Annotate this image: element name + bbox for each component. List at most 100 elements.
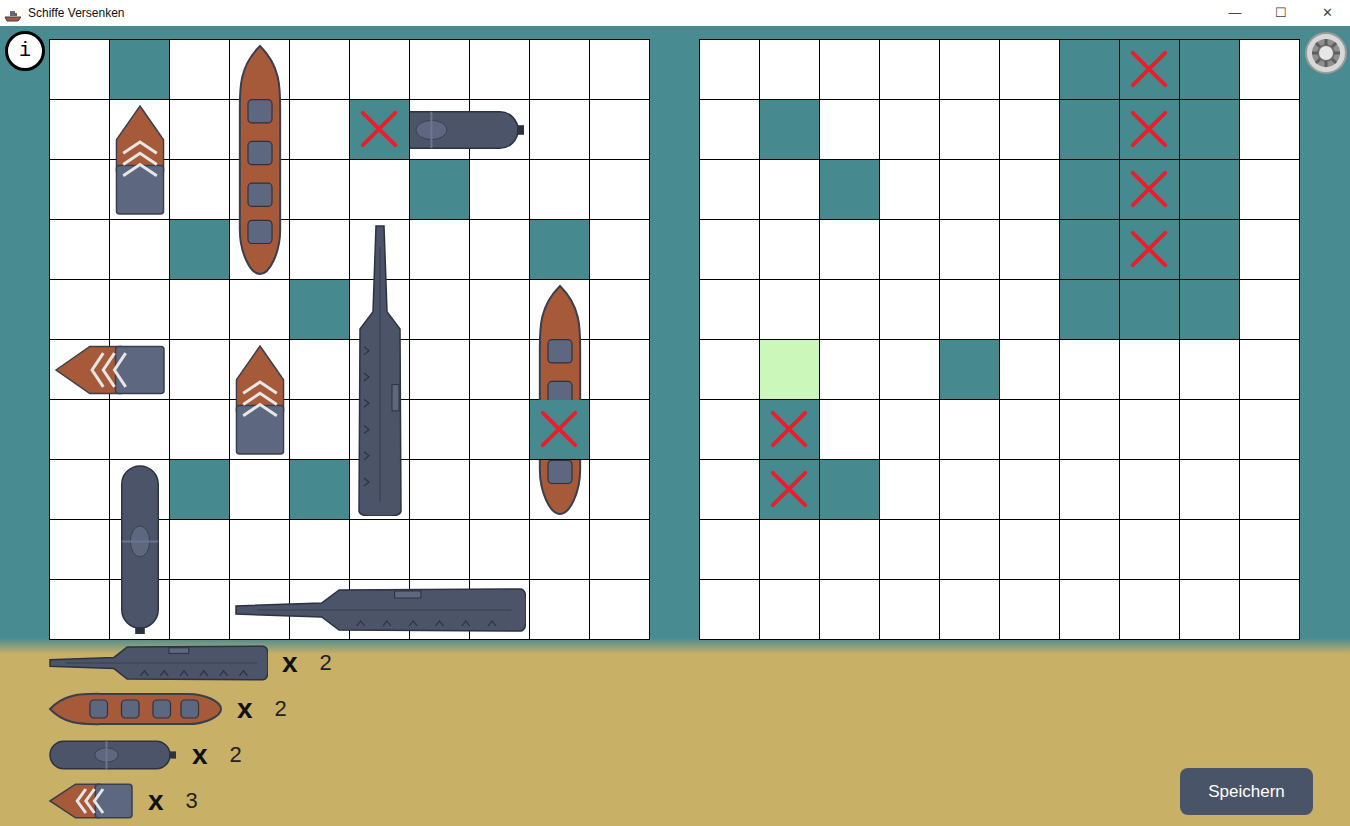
board-cell[interactable] [880, 280, 940, 340]
board-cell[interactable] [880, 40, 940, 100]
board-cell[interactable] [1240, 340, 1300, 400]
board-cell[interactable] [1120, 40, 1180, 100]
board-cell[interactable] [1180, 40, 1240, 100]
board-cell[interactable] [1180, 160, 1240, 220]
board-cell[interactable] [760, 580, 820, 640]
board-cell[interactable] [1060, 280, 1120, 340]
board-cell[interactable] [880, 520, 940, 580]
board-cell[interactable] [940, 40, 1000, 100]
board-cell[interactable] [880, 460, 940, 520]
board-cell[interactable] [940, 400, 1000, 460]
board-cell[interactable] [1240, 280, 1300, 340]
board-cell[interactable] [700, 340, 760, 400]
board-cell[interactable] [700, 160, 760, 220]
board-cell[interactable] [700, 220, 760, 280]
board-cell[interactable] [1180, 580, 1240, 640]
info-button[interactable]: i [5, 31, 45, 71]
board-cell[interactable] [1060, 340, 1120, 400]
board-cell[interactable] [760, 520, 820, 580]
board-cell[interactable] [760, 280, 820, 340]
board-cell[interactable] [820, 400, 880, 460]
board-cell[interactable] [1120, 160, 1180, 220]
board-cell[interactable] [820, 220, 880, 280]
board-cell[interactable] [1000, 400, 1060, 460]
board-cell[interactable] [700, 100, 760, 160]
board-cell[interactable] [1000, 220, 1060, 280]
board-cell[interactable] [1180, 400, 1240, 460]
board-cell[interactable] [700, 520, 760, 580]
board-cell[interactable] [940, 520, 1000, 580]
board-cell[interactable] [1120, 520, 1180, 580]
board-cell[interactable] [1000, 280, 1060, 340]
board-cell[interactable] [820, 460, 880, 520]
board-cell[interactable] [820, 340, 880, 400]
board-cell[interactable] [1240, 160, 1300, 220]
board-cell[interactable] [1120, 220, 1180, 280]
board-cell[interactable] [1120, 280, 1180, 340]
board-cell[interactable] [940, 220, 1000, 280]
board-cell[interactable] [1120, 400, 1180, 460]
board-cell[interactable] [700, 580, 760, 640]
board-cell[interactable] [760, 220, 820, 280]
board-cell[interactable] [1120, 460, 1180, 520]
board-cell[interactable] [1240, 460, 1300, 520]
board-cell[interactable] [700, 280, 760, 340]
board-cell[interactable] [700, 400, 760, 460]
board-cell[interactable] [1060, 580, 1120, 640]
board-cell[interactable] [760, 160, 820, 220]
board-cell[interactable] [1180, 280, 1240, 340]
board-cell[interactable] [880, 340, 940, 400]
board-cell[interactable] [880, 400, 940, 460]
board-cell[interactable] [1240, 580, 1300, 640]
board-cell[interactable] [1060, 400, 1120, 460]
board-cell[interactable] [940, 340, 1000, 400]
board-cell[interactable] [1060, 100, 1120, 160]
board-cell[interactable] [1000, 160, 1060, 220]
board-cell[interactable] [820, 160, 880, 220]
board-cell[interactable] [760, 460, 820, 520]
board-cell[interactable] [1060, 160, 1120, 220]
board-cell[interactable] [820, 100, 880, 160]
board-cell[interactable] [940, 580, 1000, 640]
board-cell[interactable] [1000, 40, 1060, 100]
board-cell[interactable] [940, 460, 1000, 520]
maximize-button[interactable]: ☐ [1258, 0, 1304, 26]
board-cell[interactable] [1240, 220, 1300, 280]
minimize-button[interactable]: — [1212, 0, 1258, 26]
close-button[interactable]: ✕ [1304, 0, 1350, 26]
board-cell[interactable] [1000, 520, 1060, 580]
board-cell[interactable] [760, 400, 820, 460]
board-cell[interactable] [760, 340, 820, 400]
save-button[interactable]: Speichern [1180, 768, 1313, 815]
board-cell[interactable] [1060, 520, 1120, 580]
board-cell[interactable] [1120, 340, 1180, 400]
gear-icon[interactable] [1305, 32, 1347, 74]
board-cell[interactable] [760, 100, 820, 160]
board-cell[interactable] [1000, 580, 1060, 640]
board-cell[interactable] [820, 520, 880, 580]
board-cell[interactable] [1180, 340, 1240, 400]
board-cell[interactable] [880, 160, 940, 220]
board-cell[interactable] [1180, 460, 1240, 520]
board-cell[interactable] [1060, 460, 1120, 520]
board-cell[interactable] [1000, 460, 1060, 520]
board-cell[interactable] [1060, 40, 1120, 100]
board-cell[interactable] [700, 40, 760, 100]
board-cell[interactable] [880, 220, 940, 280]
board-cell[interactable] [1240, 100, 1300, 160]
board-cell[interactable] [1240, 40, 1300, 100]
board-cell[interactable] [1120, 100, 1180, 160]
board-cell[interactable] [1240, 400, 1300, 460]
board-cell[interactable] [1000, 340, 1060, 400]
board-cell[interactable] [1060, 220, 1120, 280]
board-cell[interactable] [1120, 580, 1180, 640]
board-cell[interactable] [820, 40, 880, 100]
board-cell[interactable] [940, 100, 1000, 160]
board-cell[interactable] [1180, 220, 1240, 280]
board-cell[interactable] [1240, 520, 1300, 580]
board-cell[interactable] [1000, 100, 1060, 160]
board-cell[interactable] [1180, 520, 1240, 580]
board-cell[interactable] [880, 100, 940, 160]
board-cell[interactable] [820, 580, 880, 640]
board-cell[interactable] [760, 40, 820, 100]
